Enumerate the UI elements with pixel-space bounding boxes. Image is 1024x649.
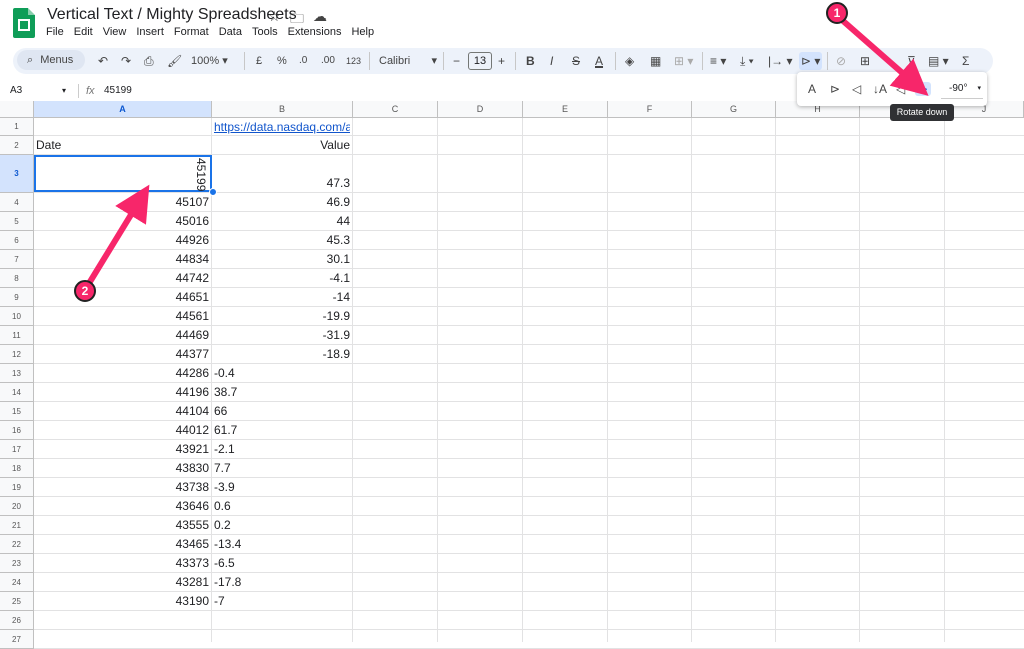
annotation-badge-1: 1 xyxy=(826,2,848,24)
arrow-2 xyxy=(85,184,150,287)
arrow-1 xyxy=(840,17,929,96)
annotation-badge-2: 2 xyxy=(74,280,96,302)
annotation-arrows xyxy=(85,17,929,287)
